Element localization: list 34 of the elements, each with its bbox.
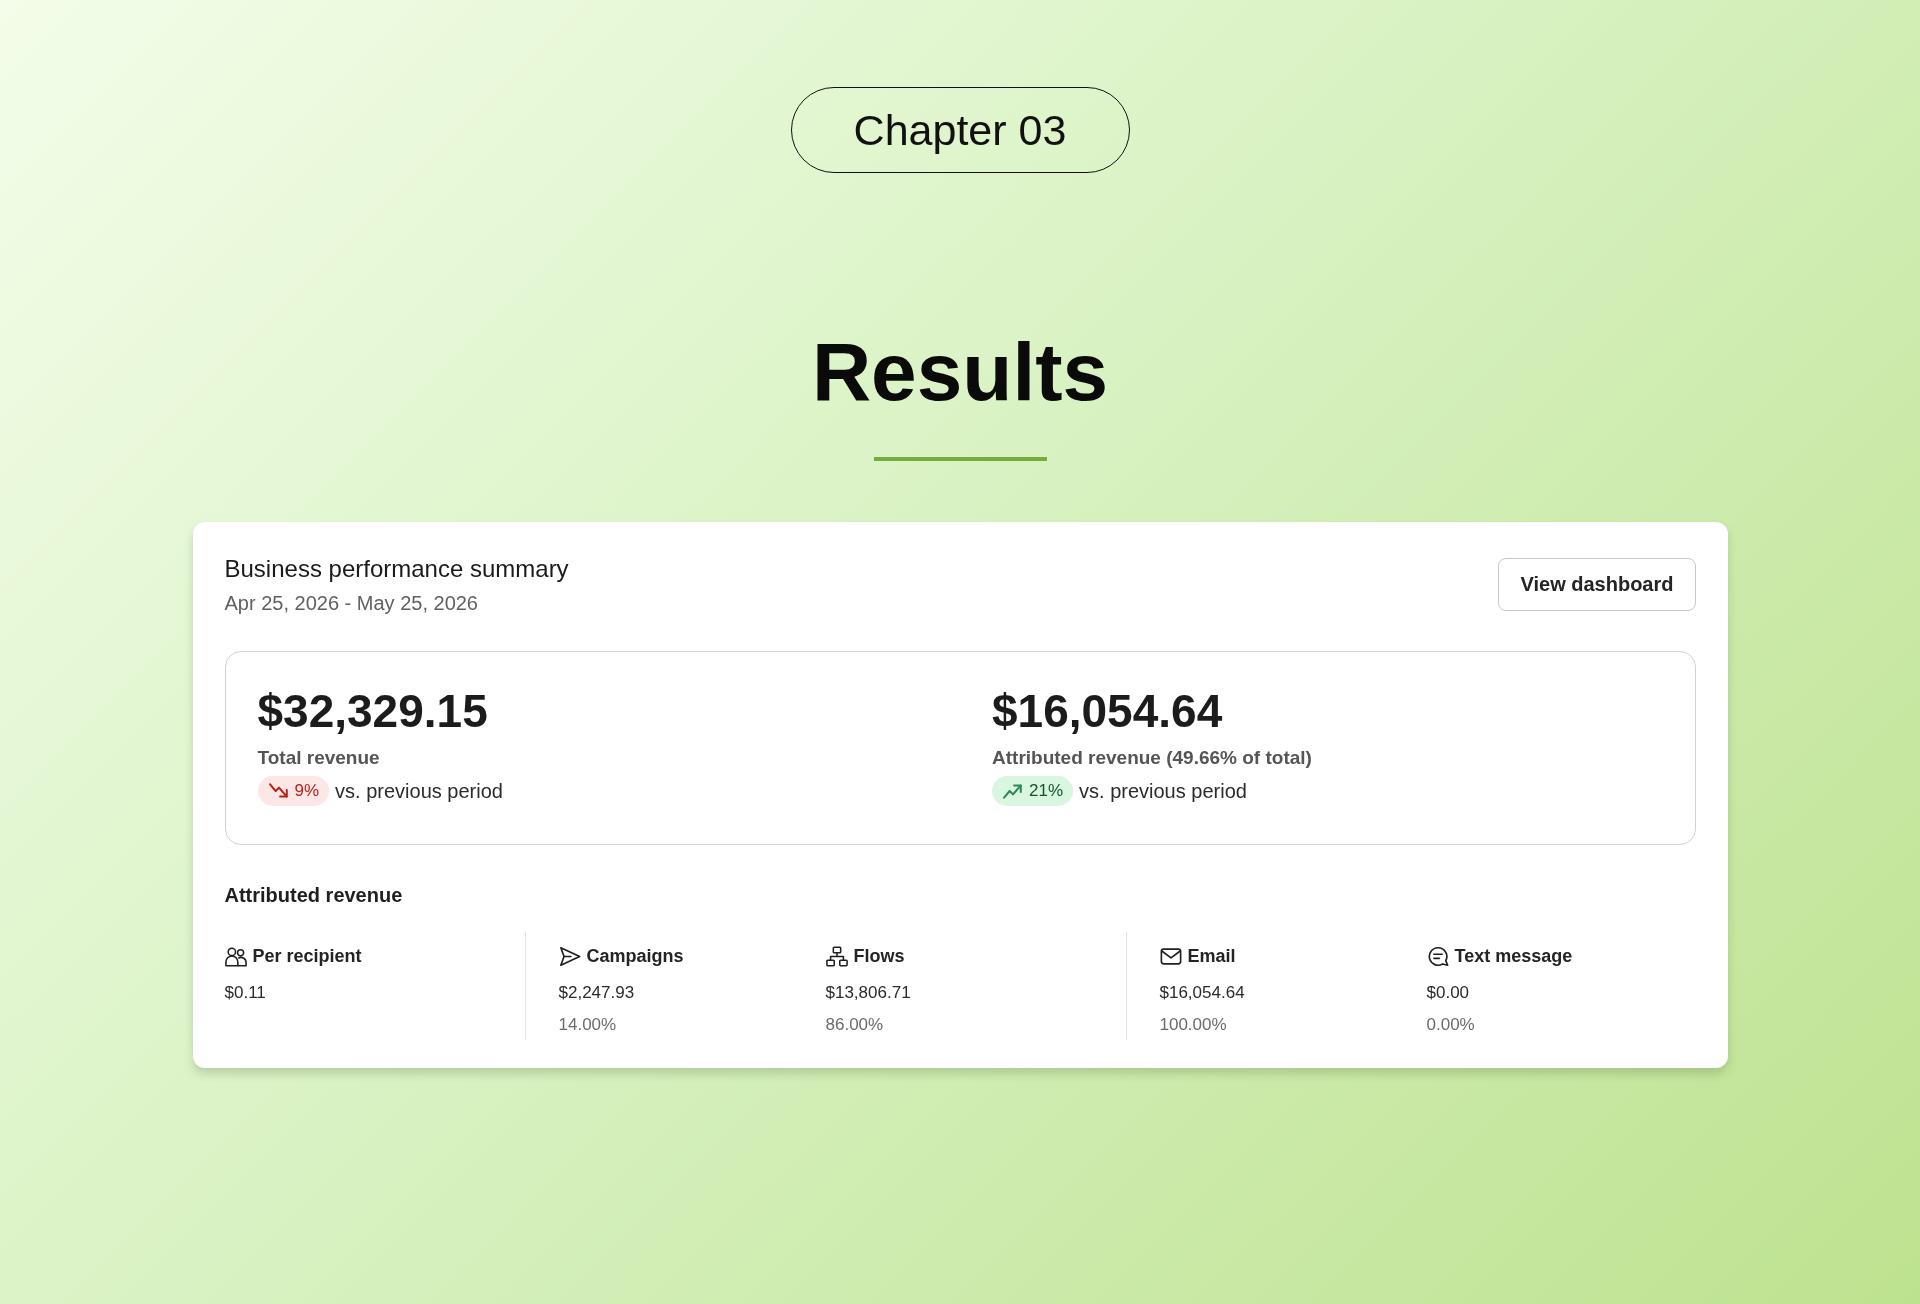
page-title: Results [811, 331, 1109, 413]
people-icon [224, 945, 247, 967]
date-range: Apr 25, 2026 - May 25, 2026 [224, 591, 479, 616]
channel-label: Campaigns [586, 945, 684, 967]
channel-label: Per recipient [252, 945, 362, 967]
channel-label: Text message [1454, 945, 1573, 967]
chat-bubble-icon [1426, 945, 1449, 967]
channel-value: $13,806.71 [825, 982, 912, 1004]
channel-value: $16,054.64 [1159, 982, 1246, 1004]
metric-value: $16,054.64 [992, 684, 1224, 738]
channel-value: $2,247.93 [558, 982, 636, 1004]
envelope-icon [1159, 945, 1182, 967]
trend-down-icon [268, 782, 289, 800]
send-icon [558, 945, 581, 967]
channel-share: 0.00% [1426, 1014, 1476, 1036]
comparison-text: vs. previous period [335, 779, 503, 803]
channel-value: $0.11 [224, 982, 267, 1004]
change-badge: 9% [257, 776, 330, 806]
channel-share: 100.00% [1159, 1014, 1228, 1036]
channel-label: Email [1187, 945, 1236, 967]
view-dashboard-button[interactable]: View dashboard [1498, 558, 1696, 611]
channel-value: $0.00 [1426, 982, 1471, 1004]
channel-label: Flows [853, 945, 905, 967]
change-badge: 21% [992, 776, 1074, 806]
card-title: Business performance summary [224, 554, 569, 584]
hierarchy-icon [825, 945, 848, 967]
trend-up-icon [1003, 782, 1023, 800]
metric-label: Attributed revenue (49.66% of total) [992, 746, 1313, 770]
channel-share: 86.00% [825, 1014, 885, 1036]
comparison-text: vs. previous period [1079, 779, 1247, 803]
metric-value: $32,329.15 [257, 684, 489, 738]
section-heading: Attributed revenue [224, 883, 404, 907]
channel-share: 14.00% [558, 1014, 618, 1036]
metric-label: Total revenue [257, 746, 381, 770]
